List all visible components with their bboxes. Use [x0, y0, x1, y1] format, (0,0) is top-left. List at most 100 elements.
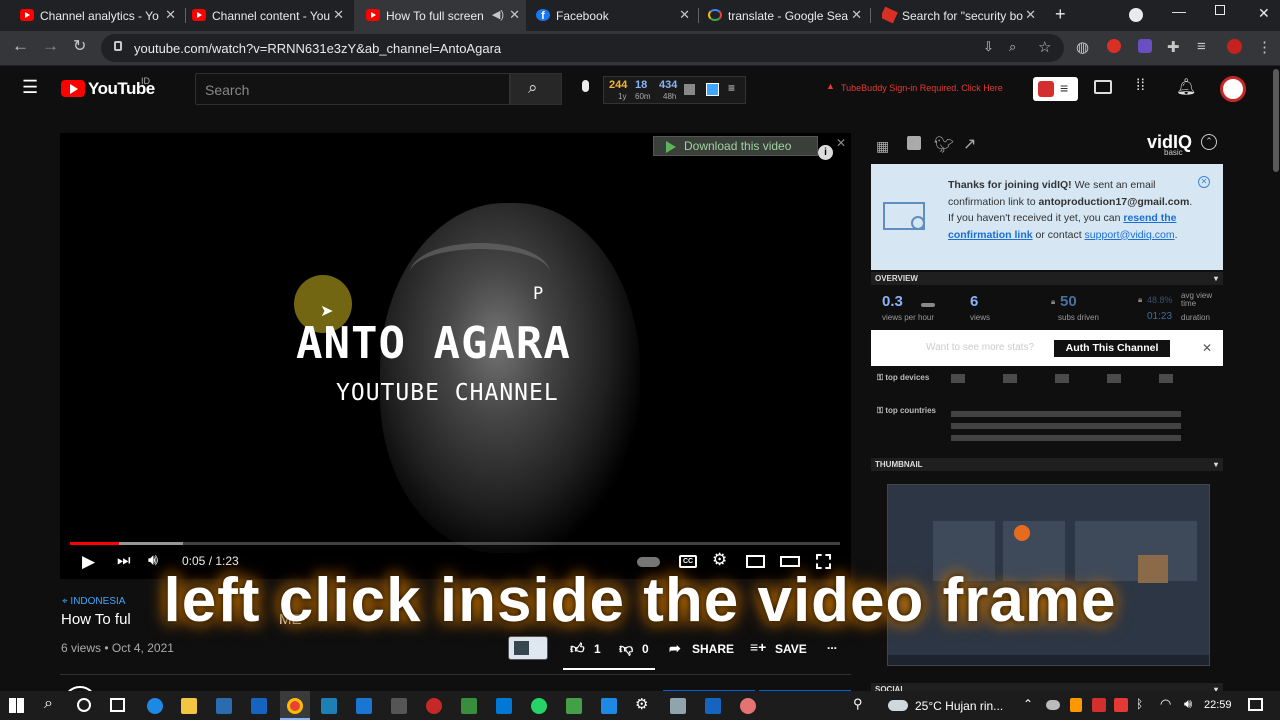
apps-grid-icon[interactable]: ⁞⁞: [1136, 77, 1145, 95]
app-blue-icon[interactable]: [601, 698, 617, 714]
forward-icon[interactable]: →: [42, 36, 59, 56]
close-tab-icon[interactable]: ✕: [333, 7, 344, 23]
weather-cloud-icon[interactable]: [888, 700, 908, 711]
vidiq-stats-widget[interactable]: 244 18 434 1y 60m 48h ≡: [603, 76, 746, 104]
notifications-center-icon[interactable]: [1248, 698, 1263, 711]
media-control-icon[interactable]: ≡: [1197, 38, 1206, 55]
vidiq-video-button[interactable]: [508, 636, 548, 660]
trending-icon[interactable]: ↗: [963, 134, 976, 154]
store-icon[interactable]: [216, 698, 232, 714]
bookmark-star-icon[interactable]: ☆: [1038, 38, 1051, 56]
youtube-logo-icon[interactable]: [61, 80, 85, 97]
more-actions-button[interactable]: ...: [827, 638, 837, 652]
thumbnail-header[interactable]: THUMBNAIL ▾: [871, 458, 1223, 471]
tubebuddy-button[interactable]: ≡: [1033, 77, 1078, 101]
close-tab-icon[interactable]: ✕: [1025, 7, 1036, 23]
hamburger-menu-icon[interactable]: ☰: [22, 77, 38, 98]
onedrive-icon[interactable]: [1046, 700, 1060, 710]
weather-text[interactable]: 25°C Hujan rin...: [915, 699, 1003, 713]
create-video-icon[interactable]: [1094, 80, 1112, 94]
search-input[interactable]: Search: [195, 73, 510, 105]
new-tab-icon[interactable]: +: [1055, 4, 1066, 25]
app-green-icon[interactable]: [461, 698, 477, 714]
windows-start-icon[interactable]: [9, 698, 24, 713]
close-auth-icon[interactable]: ✕: [1202, 341, 1212, 355]
collapse-chevron-icon[interactable]: ⌃: [1201, 134, 1217, 150]
close-window-icon[interactable]: ✕: [1258, 5, 1270, 22]
back-icon[interactable]: ←: [12, 36, 29, 56]
browser-menu-icon[interactable]: ⋮: [1257, 38, 1272, 56]
volume-tray-icon[interactable]: 🔊︎: [1184, 696, 1192, 712]
account-avatar[interactable]: [1220, 76, 1246, 102]
tab-google-translate[interactable]: translate - Google Sea ✕: [708, 0, 868, 31]
task-view-icon[interactable]: [110, 698, 125, 712]
bar-chart-icon[interactable]: [907, 136, 921, 150]
extension-red-icon[interactable]: [1107, 39, 1121, 53]
tab-how-to-full-screen[interactable]: How To full screen ◀) ✕: [354, 0, 526, 31]
paint-icon[interactable]: [740, 698, 756, 714]
minimize-icon[interactable]: —: [1172, 3, 1186, 19]
people-icon[interactable]: ⚲: [853, 696, 863, 712]
lock-icon[interactable]: [114, 41, 122, 51]
notepad-icon[interactable]: [670, 698, 686, 714]
mail-icon[interactable]: [251, 698, 267, 714]
save-button[interactable]: SAVE: [775, 642, 807, 656]
address-bar[interactable]: youtube.com/watch?v=RRNN631e3zY&ab_chann…: [101, 34, 1064, 62]
tray-chevron-icon[interactable]: ⌃: [1023, 697, 1033, 711]
download-video-button[interactable]: Download this video: [653, 136, 818, 156]
tab-search-icon[interactable]: [1129, 8, 1143, 22]
share-icon[interactable]: ➦: [669, 640, 681, 657]
restore-icon[interactable]: [1215, 5, 1225, 15]
extensions-puzzle-icon[interactable]: ✚: [1167, 38, 1180, 56]
share-button[interactable]: SHARE: [692, 642, 734, 656]
record-icon[interactable]: [426, 698, 442, 714]
progress-bar[interactable]: [70, 542, 840, 545]
grid-view-icon[interactable]: ▦: [876, 138, 889, 155]
vscode-icon[interactable]: [496, 698, 512, 714]
reload-icon[interactable]: ↻: [73, 36, 86, 56]
video-player[interactable]: ➤ P ANTO AGARA YOUTUBE CHANNEL Download …: [60, 133, 851, 579]
edge-icon[interactable]: [147, 698, 163, 714]
microphone-icon[interactable]: [582, 80, 589, 92]
info-icon[interactable]: i: [818, 145, 833, 160]
camtasia-icon[interactable]: [566, 698, 582, 714]
close-tab-icon[interactable]: ✕: [679, 7, 690, 23]
close-tab-icon[interactable]: ✕: [165, 7, 176, 23]
install-icon[interactable]: ⇩: [983, 39, 994, 55]
tab-facebook[interactable]: f Facebook ✕: [536, 0, 696, 31]
globe-extension-icon[interactable]: ◍: [1076, 38, 1089, 56]
twitter-icon[interactable]: 🐦︎: [934, 135, 954, 155]
vidiq-taskbar-icon[interactable]: [321, 698, 337, 714]
settings-taskbar-icon[interactable]: ⚙: [635, 695, 648, 713]
speaker-icon[interactable]: ◀): [492, 8, 504, 21]
profile-avatar-icon[interactable]: [1227, 39, 1242, 54]
tray-tubebuddy-icon[interactable]: [1114, 698, 1128, 712]
close-tab-icon[interactable]: ✕: [851, 7, 862, 23]
notifications-bell-icon[interactable]: 🔔︎: [1176, 77, 1196, 97]
photoshop-icon[interactable]: [356, 698, 372, 714]
close-notice-icon[interactable]: ✕: [1198, 176, 1210, 188]
cortana-icon[interactable]: [77, 698, 91, 712]
search-taskbar-icon[interactable]: ⌕: [44, 695, 53, 713]
tab-channel-content[interactable]: Channel content - You ✕: [192, 0, 350, 31]
clock[interactable]: 22:59: [1204, 699, 1232, 711]
app-icon[interactable]: [391, 698, 407, 714]
wifi-icon[interactable]: ◠: [1160, 696, 1171, 712]
scrollbar-thumb[interactable]: [1273, 69, 1279, 172]
play-box-icon[interactable]: [706, 83, 719, 96]
tubebuddy-warning[interactable]: TubeBuddy Sign-in Required. Click Here: [841, 83, 1003, 93]
tab-channel-analytics[interactable]: Channel analytics - Yo ✕: [20, 0, 182, 31]
tab-search-security[interactable]: Search for "security bo ✕: [882, 0, 1042, 31]
close-download-icon[interactable]: ✕: [836, 136, 846, 150]
overview-header[interactable]: OVERVIEW ▾: [871, 272, 1223, 285]
whatsapp-icon[interactable]: [531, 698, 547, 714]
zoom-icon[interactable]: ⌕: [1009, 39, 1016, 55]
menu-lines-icon[interactable]: ≡: [728, 81, 735, 95]
bluetooth-icon[interactable]: ᛒ: [1136, 697, 1143, 711]
dislike-icon[interactable]: 👎︎: [619, 640, 633, 657]
save-playlist-icon[interactable]: ≡+: [750, 639, 766, 655]
url-text[interactable]: youtube.com/watch?v=RRNN631e3zY&ab_chann…: [134, 41, 501, 56]
search-button[interactable]: ⌕: [510, 73, 562, 105]
extension-purple-icon[interactable]: [1138, 39, 1152, 53]
auth-channel-button[interactable]: Auth This Channel: [1054, 340, 1170, 357]
